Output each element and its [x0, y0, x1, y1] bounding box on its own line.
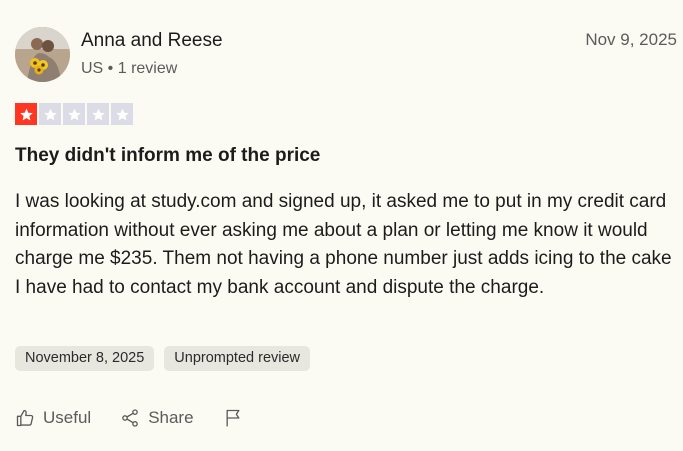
author-name[interactable]: Anna and Reese: [81, 30, 223, 52]
star-icon: [39, 103, 61, 125]
useful-button[interactable]: Useful: [15, 408, 91, 428]
review-actions: Useful Share: [15, 408, 243, 428]
share-label: Share: [148, 408, 194, 427]
share-icon: [122, 409, 139, 427]
flag-icon: [226, 409, 240, 427]
star-icon: [15, 103, 37, 125]
experience-date-tag: November 8, 2025: [15, 346, 155, 371]
avatar[interactable]: [15, 27, 70, 82]
review-card: Anna and Reese US • 1 review Nov 9, 2025…: [0, 0, 683, 451]
review-body: I was looking at study.com and signed up…: [15, 191, 672, 298]
star-icon: [111, 103, 133, 125]
review-source-tag[interactable]: Unprompted review: [164, 346, 311, 371]
review-tags: November 8, 2025 Unprompted review: [15, 346, 311, 371]
review-date: Nov 9, 2025: [585, 30, 677, 49]
author-meta: US • 1 review: [81, 60, 178, 77]
report-button[interactable]: [223, 408, 243, 428]
review-title[interactable]: They didn't inform me of the price: [15, 145, 320, 167]
thumbs-up-icon: [16, 409, 34, 427]
star-rating: [15, 103, 133, 125]
share-button[interactable]: Share: [120, 408, 194, 428]
useful-label: Useful: [43, 408, 92, 427]
star-icon: [87, 103, 109, 125]
star-icon: [63, 103, 85, 125]
